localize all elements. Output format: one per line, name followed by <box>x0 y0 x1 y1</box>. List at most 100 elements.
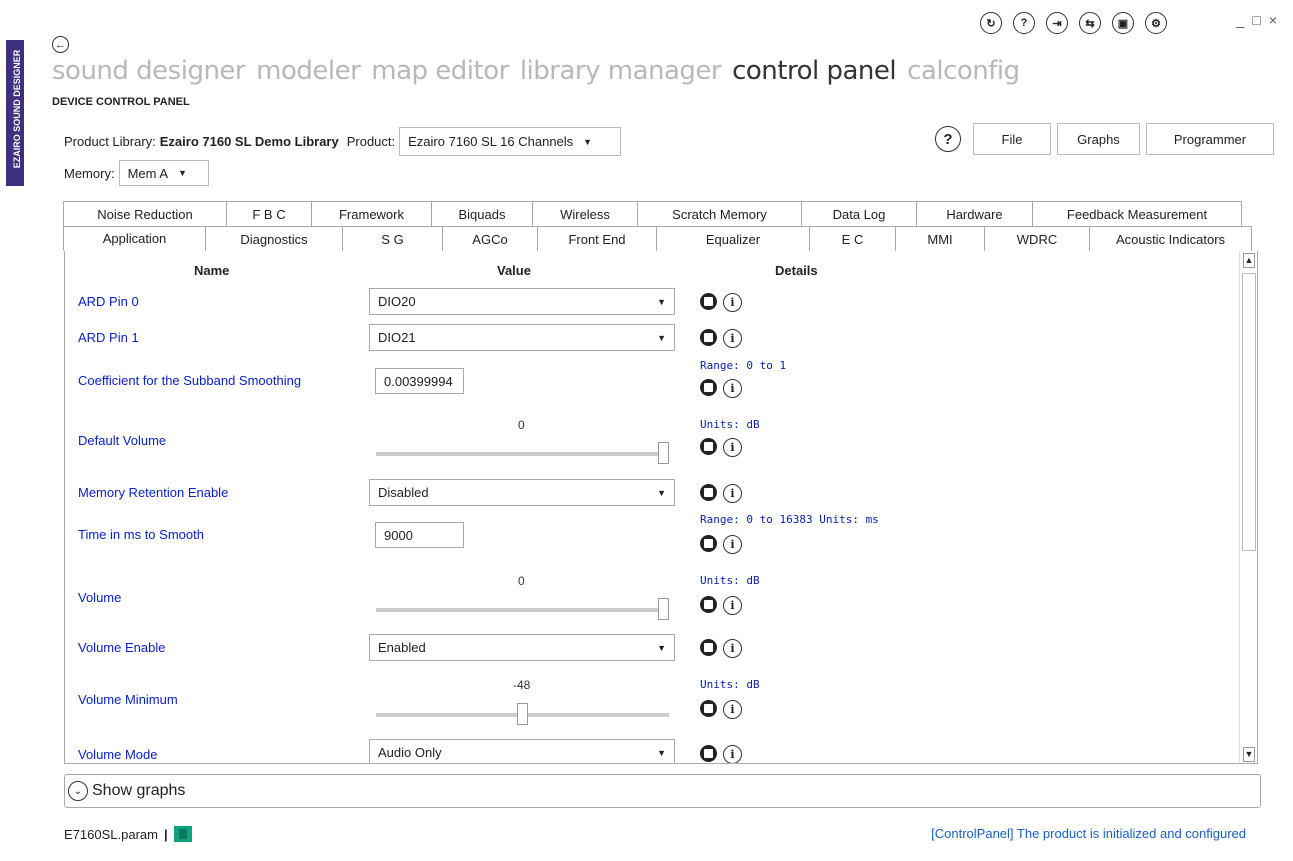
info-icon[interactable]: i <box>723 535 742 554</box>
brand-tab[interactable]: EZAIRO SOUND DESIGNER <box>6 40 24 186</box>
nav-library-manager[interactable]: library manager <box>520 56 722 86</box>
memory-retention-select[interactable]: Disabled ▼ <box>369 479 675 506</box>
terminal-icon[interactable]: ▣ <box>1112 12 1134 34</box>
file-button[interactable]: File <box>973 123 1051 155</box>
tab-application[interactable]: Application <box>63 226 206 251</box>
sidebar-strip: EZAIRO SOUND DESIGNER <box>0 0 26 861</box>
info-icon[interactable]: i <box>723 639 742 658</box>
chip-icon[interactable] <box>173 826 192 842</box>
default-volume-slider[interactable] <box>376 452 669 456</box>
maximize-button[interactable]: □ <box>1252 12 1260 28</box>
tab-agco[interactable]: AGCo <box>442 226 538 251</box>
reset-icon[interactable] <box>700 484 717 501</box>
param-name-memory-retention: Memory Retention Enable <box>78 485 229 500</box>
param-name-volume: Volume <box>78 590 122 605</box>
tab-ec[interactable]: E C <box>809 226 896 251</box>
reset-icon[interactable] <box>700 596 717 613</box>
nav-map-editor[interactable]: map editor <box>371 56 509 86</box>
nav-modeler[interactable]: modeler <box>256 56 361 86</box>
back-arrow-icon[interactable]: ← <box>52 36 69 53</box>
brand-label: EZAIRO SOUND DESIGNER <box>12 49 22 169</box>
volume-enable-actions: i <box>700 639 742 658</box>
volume-enable-select[interactable]: Enabled ▼ <box>369 634 675 661</box>
tab-acoustic-indicators[interactable]: Acoustic Indicators <box>1089 226 1252 251</box>
programmer-button[interactable]: Programmer <box>1146 123 1274 155</box>
status-message: [ControlPanel] The product is initialize… <box>931 826 1246 841</box>
tab-biquads[interactable]: Biquads <box>431 201 533 226</box>
scroll-up-icon[interactable]: ▲ <box>1243 253 1255 268</box>
tab-wdrc[interactable]: WDRC <box>984 226 1090 251</box>
ard-pin-0-select[interactable]: DIO20 ▼ <box>369 288 675 315</box>
product-label: Product: <box>346 134 396 149</box>
reset-icon[interactable] <box>700 700 717 717</box>
column-header-value: Value <box>497 263 531 278</box>
volume-mode-select[interactable]: Audio Only ▼ <box>369 739 675 763</box>
info-icon[interactable]: i <box>723 438 742 457</box>
info-icon[interactable]: i <box>723 700 742 719</box>
volume-minimum-slider-thumb[interactable] <box>517 703 528 725</box>
memory-select[interactable]: Mem A ▼ <box>118 160 209 186</box>
volume-units: Units: dB <box>700 574 760 587</box>
scrollbar-thumb[interactable] <box>1242 273 1256 551</box>
coefficient-input[interactable]: 0.00399994 <box>375 368 464 394</box>
info-icon[interactable]: i <box>723 293 742 312</box>
volume-actions: i <box>700 596 742 615</box>
tab-framework[interactable]: Framework <box>311 201 432 226</box>
ard-pin-1-select[interactable]: DIO21 ▼ <box>369 324 675 351</box>
nav-calconfig[interactable]: calconfig <box>907 56 1020 86</box>
nav-control-panel[interactable]: control panel <box>732 56 897 86</box>
help-button[interactable]: ? <box>935 126 961 152</box>
tab-hardware[interactable]: Hardware <box>916 201 1033 226</box>
tab-front-end[interactable]: Front End <box>537 226 657 251</box>
tab-sg[interactable]: S G <box>342 226 443 251</box>
help-circle-icon[interactable]: ? <box>1013 12 1035 34</box>
chevron-down-icon: ▼ <box>657 332 666 343</box>
tab-scratch-memory[interactable]: Scratch Memory <box>637 201 802 226</box>
scroll-down-icon[interactable]: ▼ <box>1243 747 1255 762</box>
tab-data-log[interactable]: Data Log <box>801 201 917 226</box>
tab-equalizer[interactable]: Equalizer <box>656 226 810 251</box>
param-name-volume-enable: Volume Enable <box>78 640 166 655</box>
minimize-button[interactable]: _ <box>1237 12 1245 28</box>
ard-pin-1-value: DIO21 <box>378 330 416 345</box>
tab-mmi[interactable]: MMI <box>895 226 985 251</box>
info-icon[interactable]: i <box>723 745 742 763</box>
ard-pin-1-actions: i <box>700 329 742 348</box>
info-icon[interactable]: i <box>723 596 742 615</box>
chevron-down-icon: ▼ <box>657 642 666 653</box>
import-icon[interactable]: ⇥ <box>1046 12 1068 34</box>
reset-icon[interactable] <box>700 639 717 656</box>
show-graphs-toggle[interactable]: ⌄ Show graphs <box>64 774 1261 808</box>
tab-diagnostics[interactable]: Diagnostics <box>205 226 343 251</box>
tab-feedback-measurement[interactable]: Feedback Measurement <box>1032 201 1242 226</box>
reset-icon[interactable] <box>700 293 717 310</box>
tab-noise-reduction[interactable]: Noise Reduction <box>63 201 227 226</box>
time-smooth-input[interactable]: 9000 <box>375 522 464 548</box>
refresh-icon[interactable]: ↻ <box>980 12 1002 34</box>
default-volume-slider-thumb[interactable] <box>658 442 669 464</box>
info-icon[interactable]: i <box>723 379 742 398</box>
time-smooth-actions: i <box>700 535 742 554</box>
reset-icon[interactable] <box>700 379 717 396</box>
reset-icon[interactable] <box>700 438 717 455</box>
close-button[interactable]: × <box>1269 12 1277 28</box>
graphs-button[interactable]: Graphs <box>1057 123 1140 155</box>
info-icon[interactable]: i <box>723 484 742 503</box>
volume-slider[interactable] <box>376 608 669 612</box>
reset-icon[interactable] <box>700 535 717 552</box>
settings-icon[interactable]: ⚙ <box>1145 12 1167 34</box>
time-smooth-range: Range: 0 to 16383 Units: ms <box>700 513 879 526</box>
param-name-volume-minimum: Volume Minimum <box>78 692 178 707</box>
default-volume-actions: i <box>700 438 742 457</box>
nav-sound-designer[interactable]: sound designer <box>52 56 246 86</box>
tab-wireless[interactable]: Wireless <box>532 201 638 226</box>
volume-slider-thumb[interactable] <box>658 598 669 620</box>
vertical-scrollbar[interactable]: ▲ ▼ <box>1239 251 1257 763</box>
info-icon[interactable]: i <box>723 329 742 348</box>
parameter-grid: Name Value Details ARD Pin 0 DIO20 ▼ i AR… <box>64 251 1258 764</box>
reset-icon[interactable] <box>700 745 717 762</box>
sync-icon[interactable]: ⇆ <box>1079 12 1101 34</box>
product-select[interactable]: Ezairo 7160 SL 16 Channels ▼ <box>399 127 622 156</box>
tab-fbc[interactable]: F B C <box>226 201 312 226</box>
reset-icon[interactable] <box>700 329 717 346</box>
